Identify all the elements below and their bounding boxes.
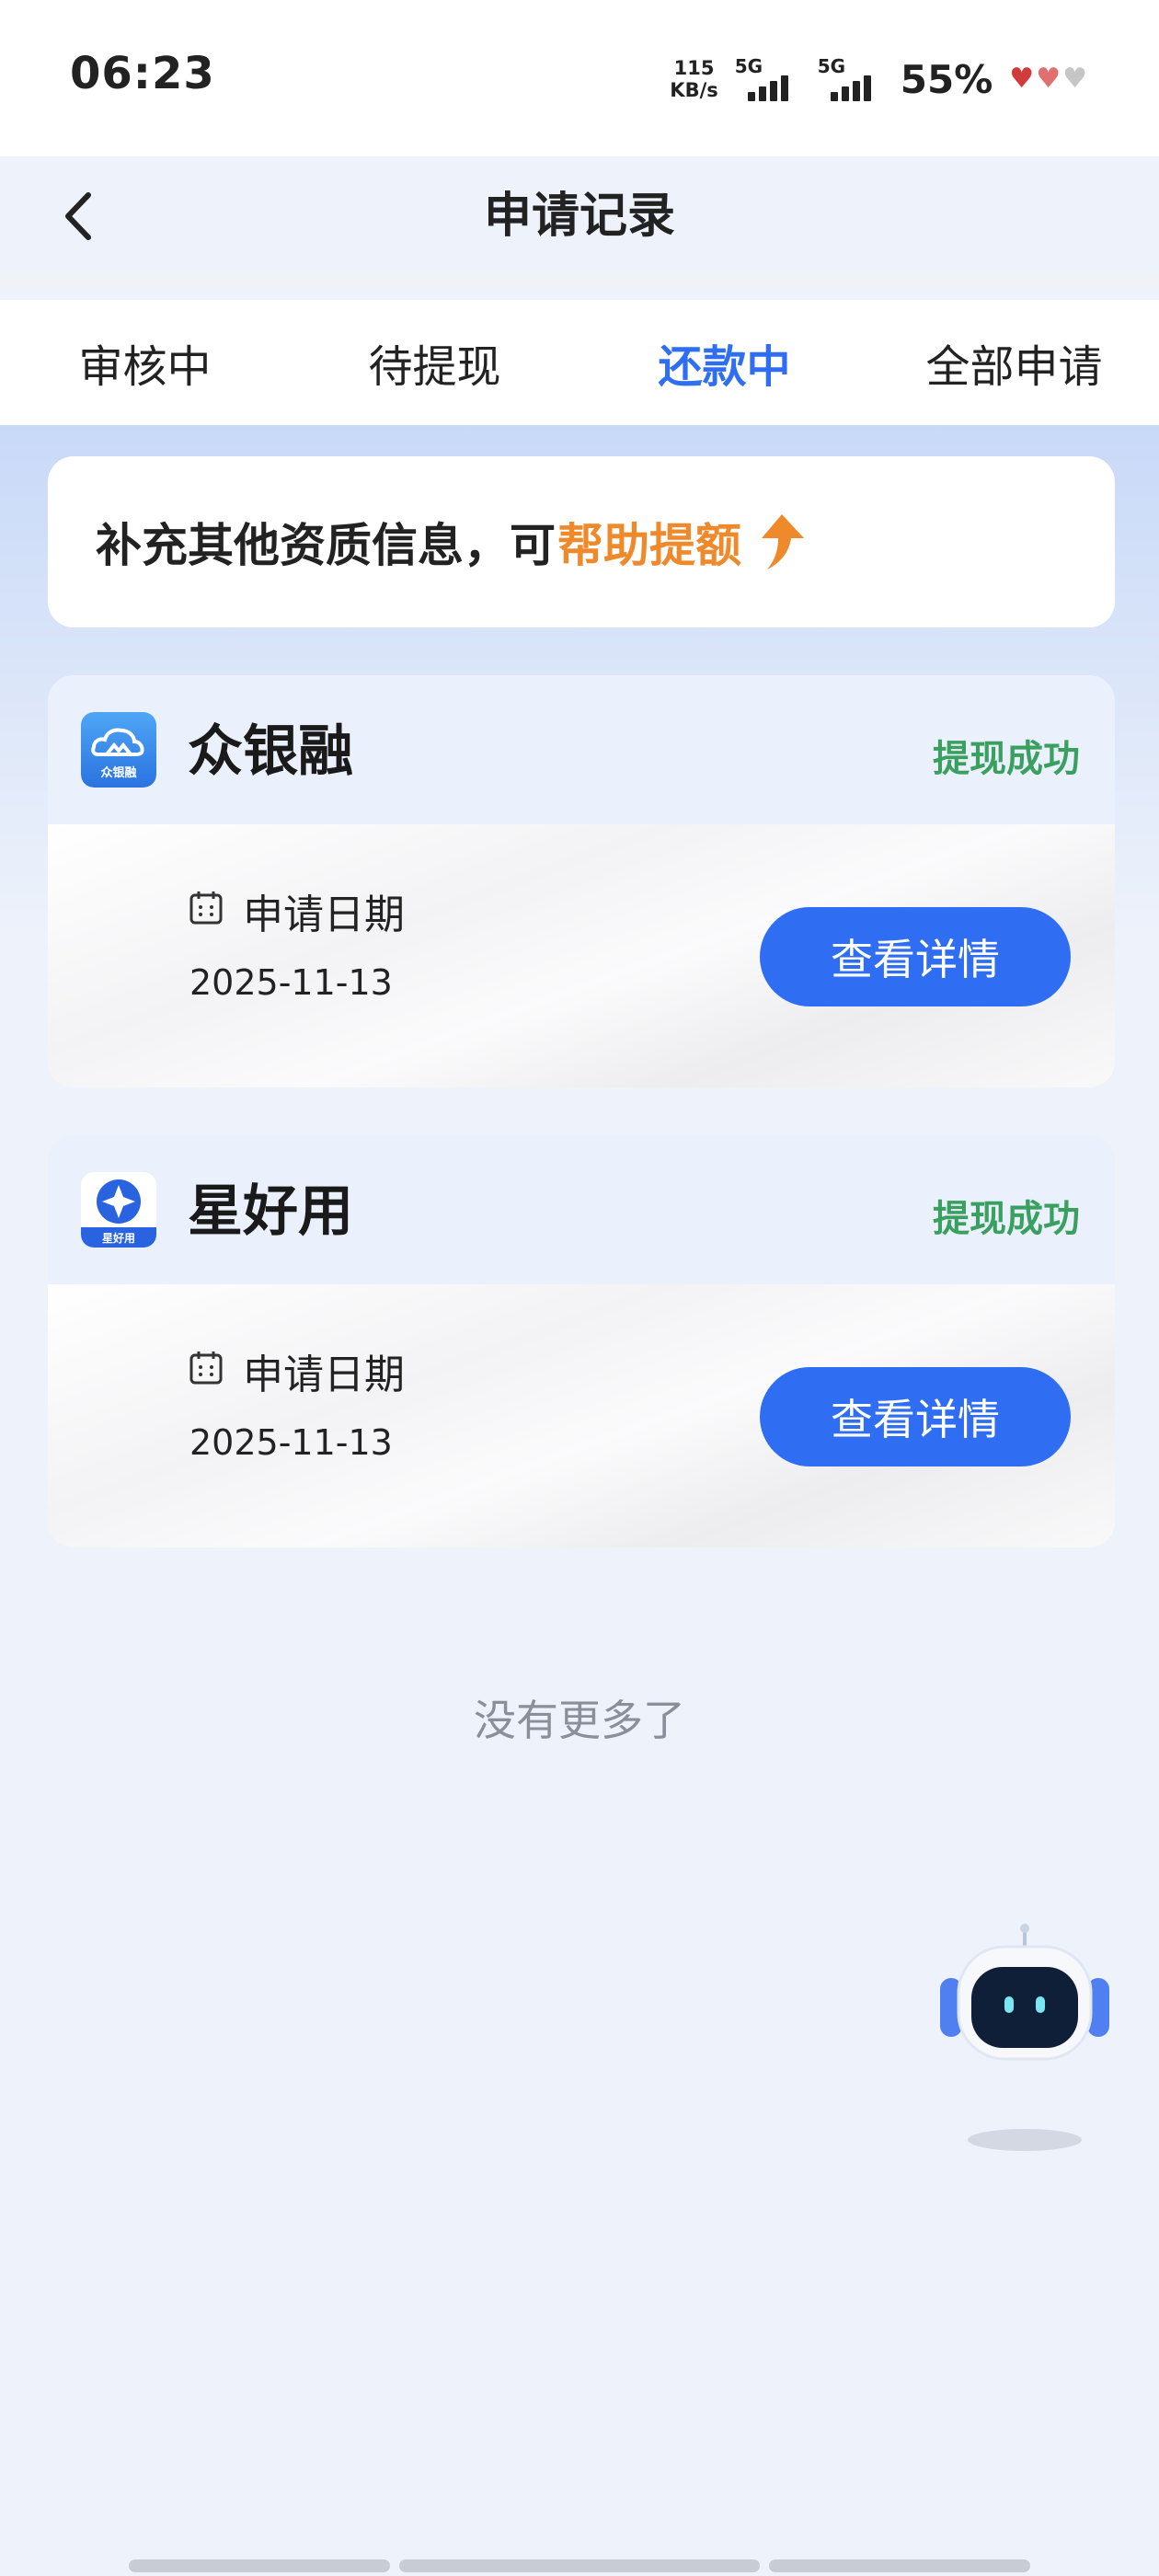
date-label: 申请日期	[243, 1351, 405, 1398]
banner-highlight: 帮助提额	[557, 519, 741, 572]
calendar-icon	[189, 891, 223, 925]
view-details-button[interactable]: 查看详情	[760, 907, 1071, 1006]
battery-percentage: 55%	[900, 56, 993, 102]
status-bar: 06:23 115 KB/s 5G 5G 55% ♥ ♥ ♥	[0, 0, 1159, 156]
signal-label: 5G	[734, 55, 763, 77]
signal-label: 5G	[817, 55, 846, 77]
calendar-icon	[189, 1351, 223, 1385]
network-speed-unit: KB/s	[670, 79, 718, 101]
status-badge: 提现成功	[933, 1198, 1080, 1240]
card-header: 星好用 星好用 提现成功	[48, 1135, 1115, 1284]
card-header: 众银融 众银融 提现成功	[48, 675, 1115, 824]
page-title: 申请记录	[483, 189, 675, 244]
tab-pending-withdrawal[interactable]: 待提现	[290, 330, 580, 395]
chevron-left-icon[interactable]	[57, 184, 103, 248]
battery-hearts-icon: ♥ ♥ ♥	[1009, 63, 1087, 95]
network-speed: 115 KB/s	[670, 57, 717, 101]
credit-increase-banner[interactable]: 补充其他资质信息，可 帮助提额	[48, 456, 1115, 627]
signal-icon: 5G	[818, 55, 884, 103]
application-card: 星好用 星好用 提现成功 申请日期 2025-11-13 查看详情	[48, 1135, 1115, 1547]
application-date: 2025-11-13	[189, 962, 393, 1003]
card-body: 申请日期 2025-11-13 查看详情	[48, 824, 1115, 1087]
tab-bar: 审核中 待提现 还款中 全部申请	[0, 300, 1159, 425]
app-name: 星好用	[188, 1179, 353, 1244]
app-logo-text: 众银融	[100, 765, 136, 780]
banner-text: 补充其他资质信息，可	[96, 519, 556, 572]
date-label: 申请日期	[243, 891, 405, 938]
status-badge: 提现成功	[933, 738, 1080, 780]
app-name: 众银融	[188, 719, 353, 784]
arrow-up-icon	[762, 514, 804, 569]
tab-all-applications[interactable]: 全部申请	[869, 330, 1159, 395]
tabs-divider	[0, 276, 1159, 287]
no-more-text: 没有更多了	[474, 1696, 685, 1745]
application-card: 众银融 众银融 提现成功 申请日期 2025-11-13 查看详情	[48, 675, 1115, 1087]
view-details-button[interactable]: 查看详情	[760, 1367, 1071, 1466]
signal-icon: 5G	[735, 55, 801, 103]
status-indicators: 115 KB/s 5G 5G 55% ♥ ♥ ♥	[670, 52, 1087, 107]
application-date: 2025-11-13	[189, 1422, 393, 1463]
card-body: 申请日期 2025-11-13 查看详情	[48, 1284, 1115, 1547]
app-logo-xinghaoyong: 星好用	[81, 1172, 156, 1248]
tab-repaying[interactable]: 还款中	[580, 330, 869, 395]
home-indicator	[129, 2559, 1030, 2574]
network-speed-value: 115	[673, 57, 715, 79]
tab-reviewing[interactable]: 审核中	[0, 330, 290, 395]
robot-assistant-icon[interactable]	[933, 1921, 1117, 2160]
page: 06:23 115 KB/s 5G 5G 55% ♥ ♥ ♥ 申请记录 审核中 …	[0, 0, 1159, 2576]
status-time: 06:23	[70, 48, 215, 99]
app-logo-text: 星好用	[102, 1231, 135, 1245]
app-logo-zhongyinrong: 众银融	[81, 712, 156, 788]
